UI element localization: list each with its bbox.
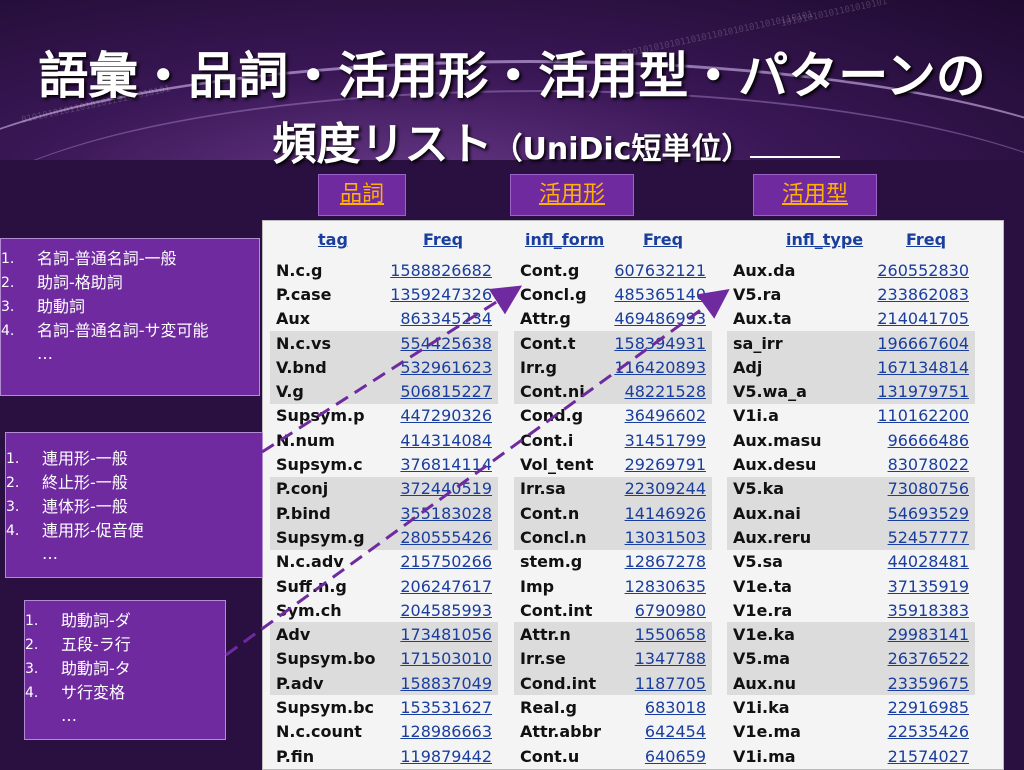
connector-arrows xyxy=(225,285,730,657)
arrow-infl-type xyxy=(225,288,730,657)
arrow-infl-form xyxy=(261,285,523,454)
